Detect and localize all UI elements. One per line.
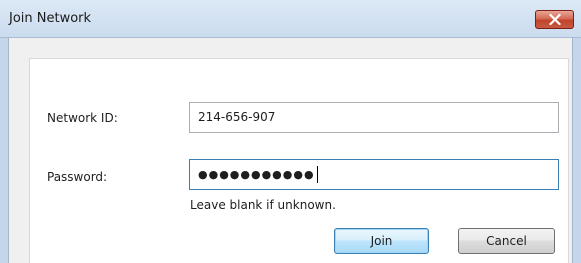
- close-button[interactable]: [535, 10, 574, 29]
- cancel-button[interactable]: Cancel: [458, 228, 555, 254]
- network-id-value: 214-656-907: [198, 110, 276, 124]
- dialog-client-area: Network ID: 214-656-907 Password: ●●●●●●…: [8, 38, 573, 263]
- text-caret: [316, 166, 318, 183]
- close-icon: [548, 14, 561, 25]
- join-button[interactable]: Join: [334, 228, 429, 254]
- title-bar[interactable]: Join Network: [0, 0, 581, 38]
- password-value: ●●●●●●●●●●●: [198, 168, 315, 181]
- form-panel: Network ID: 214-656-907 Password: ●●●●●●…: [29, 58, 569, 263]
- dialog-title: Join Network: [9, 11, 92, 26]
- password-hint: Leave blank if unknown.: [190, 198, 336, 212]
- join-network-dialog: Join Network Network ID: 214-656-907 Pas…: [0, 0, 581, 263]
- network-id-field[interactable]: 214-656-907: [189, 102, 559, 133]
- network-id-label: Network ID:: [47, 111, 118, 125]
- password-label: Password:: [47, 170, 108, 184]
- join-button-label: Join: [370, 234, 393, 248]
- password-field[interactable]: ●●●●●●●●●●●: [189, 159, 559, 190]
- cancel-button-label: Cancel: [486, 234, 527, 248]
